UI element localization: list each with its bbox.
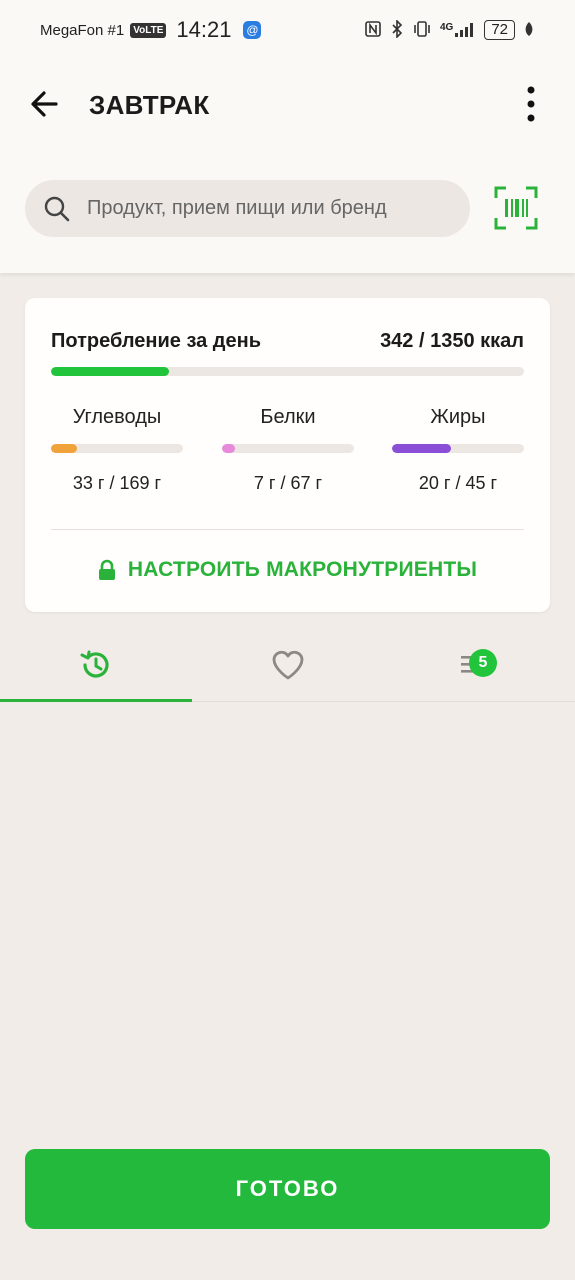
intake-title: Потребление за день xyxy=(51,330,261,352)
history-icon xyxy=(80,650,109,678)
more-vertical-icon xyxy=(527,86,535,122)
active-tab-indicator xyxy=(0,699,192,702)
more-options-button[interactable] xyxy=(516,82,546,126)
status-time: 14:21 xyxy=(176,17,232,42)
barcode-icon xyxy=(494,186,538,230)
meal-count-badge: 5 xyxy=(469,649,497,677)
carrier-label: MegaFon #1 xyxy=(40,21,125,39)
status-bar: MegaFon #1 VoLTE 14:21 @ 4G 72 xyxy=(0,0,575,60)
mail-app-icon: @ xyxy=(243,21,262,39)
search-bar[interactable] xyxy=(25,180,470,237)
calories-progress-bar xyxy=(51,367,524,376)
tab-history[interactable] xyxy=(0,628,191,702)
battery-icon: 72 xyxy=(484,20,515,40)
divider xyxy=(51,529,524,530)
search-icon xyxy=(44,196,70,221)
done-button[interactable]: ГОТОВО xyxy=(25,1149,550,1229)
configure-macros-label: НАСТРОИТЬ МАКРОНУТРИЕНТЫ xyxy=(127,558,478,581)
macro-value: 33 г / 169 г xyxy=(72,473,162,493)
volte-icon: VoLTE xyxy=(130,22,167,38)
calories-total: 342 / 1350 ккал xyxy=(380,330,524,352)
signal-icon: 4G xyxy=(440,22,476,38)
daily-intake-card: Потребление за день 342 / 1350 ккал Угле… xyxy=(25,298,550,612)
heart-icon xyxy=(272,650,303,680)
app-bar: ЗАВТРАК xyxy=(0,70,575,140)
search-input[interactable] xyxy=(87,197,447,220)
page-title: ЗАВТРАК xyxy=(89,90,210,120)
calories-progress-fill xyxy=(51,367,170,376)
macro-progress-bar xyxy=(222,444,354,453)
leaf-icon xyxy=(523,21,535,40)
macro-carbs: Углеводы 33 г / 169 г xyxy=(51,406,183,494)
macro-label: Углеводы xyxy=(72,406,162,428)
tab-favorites[interactable] xyxy=(192,628,383,702)
configure-macros-button[interactable]: НАСТРОИТЬ МАКРОНУТРИЕНТЫ xyxy=(25,558,550,582)
macro-protein: Белки 7 г / 67 г xyxy=(222,406,354,494)
bluetooth-icon xyxy=(390,18,404,41)
macro-fat: Жиры 20 г / 45 г xyxy=(392,406,524,494)
vibrate-icon xyxy=(412,20,432,41)
lock-icon xyxy=(98,559,115,580)
macro-value: 7 г / 67 г xyxy=(253,473,323,493)
macro-progress-fill xyxy=(222,444,236,453)
back-button[interactable] xyxy=(26,84,66,124)
arrow-left-icon xyxy=(31,91,58,117)
macro-value: 20 г / 45 г xyxy=(418,473,498,493)
nfc-icon xyxy=(364,20,382,41)
barcode-scan-button[interactable] xyxy=(494,186,538,230)
tab-bar: 5 xyxy=(0,628,575,702)
macro-progress-fill xyxy=(51,444,78,453)
macro-label: Белки xyxy=(260,406,316,428)
macro-progress-bar xyxy=(51,444,183,453)
macro-progress-fill xyxy=(392,444,452,453)
macro-progress-bar xyxy=(392,444,524,453)
macro-label: Жиры xyxy=(430,406,486,428)
